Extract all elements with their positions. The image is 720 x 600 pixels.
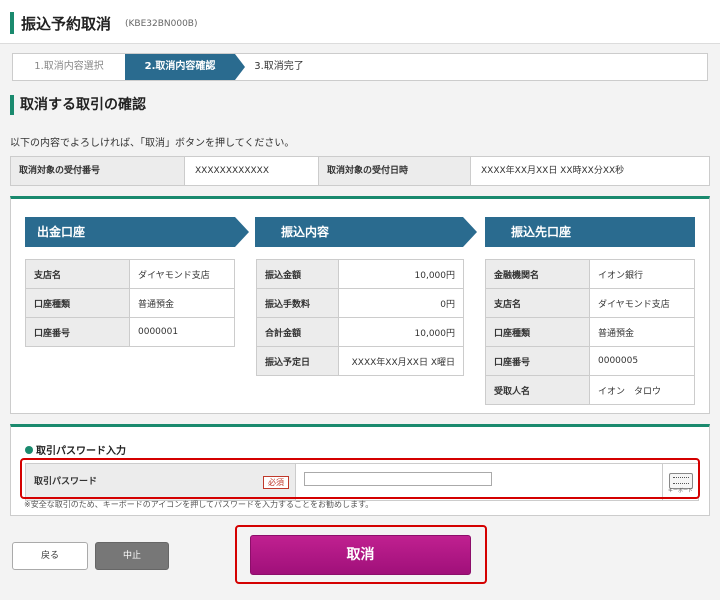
table-row: 受取人名 イオン タロウ [485,375,695,405]
page-title: 振込予約取消 [21,15,112,33]
table-row: 口座番号 0000001 [25,317,235,347]
from-account-table: 支店名 ダイヤモンド支店 口座種類 普通預金 口座番号 0000001 [25,259,235,347]
table-row: 口座番号 0000005 [485,346,695,376]
title-accent-bar [10,12,14,34]
cancel-submit-button[interactable]: 取消 [250,535,471,575]
table-row: 支店名 ダイヤモンド支店 [25,259,235,289]
receipt-number-value: XXXXXXXXXXXX [185,157,319,185]
password-note: ※安全な取引のため、キーボードのアイコンを押してパスワードを入力することをお勧め… [24,500,374,509]
progress-steps: 1.取消内容選択 2.取消内容確認 3.取消完了 [12,53,708,81]
highlight-frame-password [20,458,700,499]
table-row: 振込手数料 0円 [256,288,464,318]
table-row: 金融機関名 イオン銀行 [485,259,695,289]
instruction-text: 以下の内容でよろしければ、「取消」ボタンを押してください。 [10,138,295,149]
table-row: 支店名 ダイヤモンド支店 [485,288,695,318]
receipt-info-row: 取消対象の受付番号 XXXXXXXXXXXX 取消対象の受付日時 XXXX年XX… [10,156,710,186]
table-row: 振込金額 10,000円 [256,259,464,289]
to-account-heading: 振込先口座 [485,217,695,247]
table-row: 口座種類 普通預金 [25,288,235,318]
screen-code: (KBE32BN000B) [125,19,198,29]
step-select: 1.取消内容選択 [34,61,104,72]
to-account-table: 金融機関名 イオン銀行 支店名 ダイヤモンド支店 口座種類 普通預金 口座番号 0000… [485,259,695,405]
receipt-datetime-value: XXXX年XX月XX日 XX時XX分XX秒 [481,166,625,176]
section-accent-bar [10,95,14,115]
receipt-datetime-label: 取消対象の受付日時 [319,157,471,185]
back-button[interactable]: 戻る [12,542,88,570]
step-complete: 3.取消完了 [254,61,304,72]
step-confirm-current: 2.取消内容確認 [125,54,245,80]
heading-arrow-icon [235,217,249,247]
bullet-dot-icon [25,446,33,454]
table-row: 合計金額 10,000円 [256,317,464,347]
transfer-content-table: 振込金額 10,000円 振込手数料 0円 合計金額 10,000円 振込予定日 XXX… [256,259,464,376]
table-row: 振込予定日 XXXX年XX月XX日 X曜日 [256,346,464,376]
section-title: 取消する取引の確認 [10,95,146,115]
table-row: 口座種類 普通預金 [485,317,695,347]
stop-button[interactable]: 中止 [95,542,169,570]
page-header: 振込予約取消 (KBE32BN000B) [0,0,720,44]
transfer-content-heading: 振込内容 [255,217,477,247]
transfer-detail-panel: 出金口座 振込内容 振込先口座 支店名 ダイヤモンド支店 口座種類 普通預金 口座番… [10,196,710,414]
receipt-number-label: 取消対象の受付番号 [11,157,185,185]
from-account-heading: 出金口座 [25,217,249,247]
password-section-title: 取引パスワード入力 [25,442,126,457]
heading-arrow-icon [463,217,477,247]
